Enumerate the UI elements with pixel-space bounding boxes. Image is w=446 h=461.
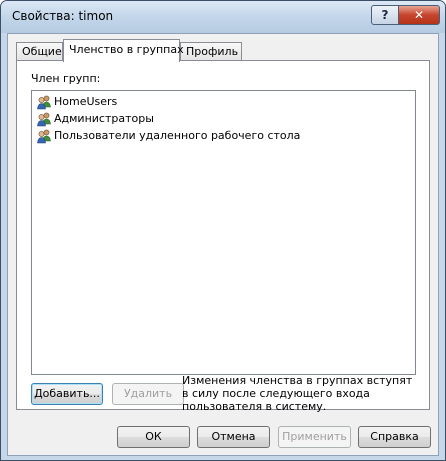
user-group-icon — [36, 94, 52, 110]
tab-profile[interactable]: Профиль — [180, 42, 242, 61]
dialog-body: Общие Членство в группах Профиль Член гр… — [7, 33, 439, 456]
list-item[interactable]: Администраторы — [36, 110, 154, 127]
tab-general[interactable]: Общие — [16, 42, 63, 61]
user-group-icon — [36, 128, 52, 144]
ok-button[interactable]: ОК — [117, 426, 190, 448]
add-button[interactable]: Добавить... — [31, 383, 103, 405]
help-button[interactable]: Справка — [358, 426, 431, 448]
title-bar[interactable]: Свойства: timon ? ✕ — [1, 1, 445, 33]
close-icon: ✕ — [413, 8, 425, 22]
properties-dialog: Свойства: timon ? ✕ Общие Членство в гру… — [0, 0, 446, 461]
membership-note: Изменения членства в группах вступят в с… — [182, 374, 413, 413]
cancel-button[interactable]: Отмена — [197, 426, 270, 448]
window-title: Свойства: timon — [12, 9, 114, 23]
list-item[interactable]: Пользователи удаленного рабочего стола — [36, 127, 300, 144]
tab-panel: Член групп: HomeUsers Администраторы Пол… — [16, 60, 430, 413]
help-title-button[interactable]: ? — [371, 5, 399, 25]
apply-button[interactable]: Применить — [278, 426, 351, 448]
list-item[interactable]: HomeUsers — [36, 93, 117, 110]
group-name: Администраторы — [54, 112, 154, 125]
remove-button[interactable]: Удалить — [112, 383, 184, 405]
tab-group-membership[interactable]: Членство в группах — [63, 39, 184, 62]
group-name: Пользователи удаленного рабочего стола — [54, 129, 301, 142]
group-name: HomeUsers — [54, 95, 118, 108]
groups-label: Член групп: — [31, 72, 101, 85]
help-icon: ? — [381, 8, 389, 22]
close-button[interactable]: ✕ — [398, 5, 440, 25]
user-group-icon — [36, 111, 52, 127]
groups-listbox[interactable]: HomeUsers Администраторы Пользователи уд… — [31, 90, 416, 375]
